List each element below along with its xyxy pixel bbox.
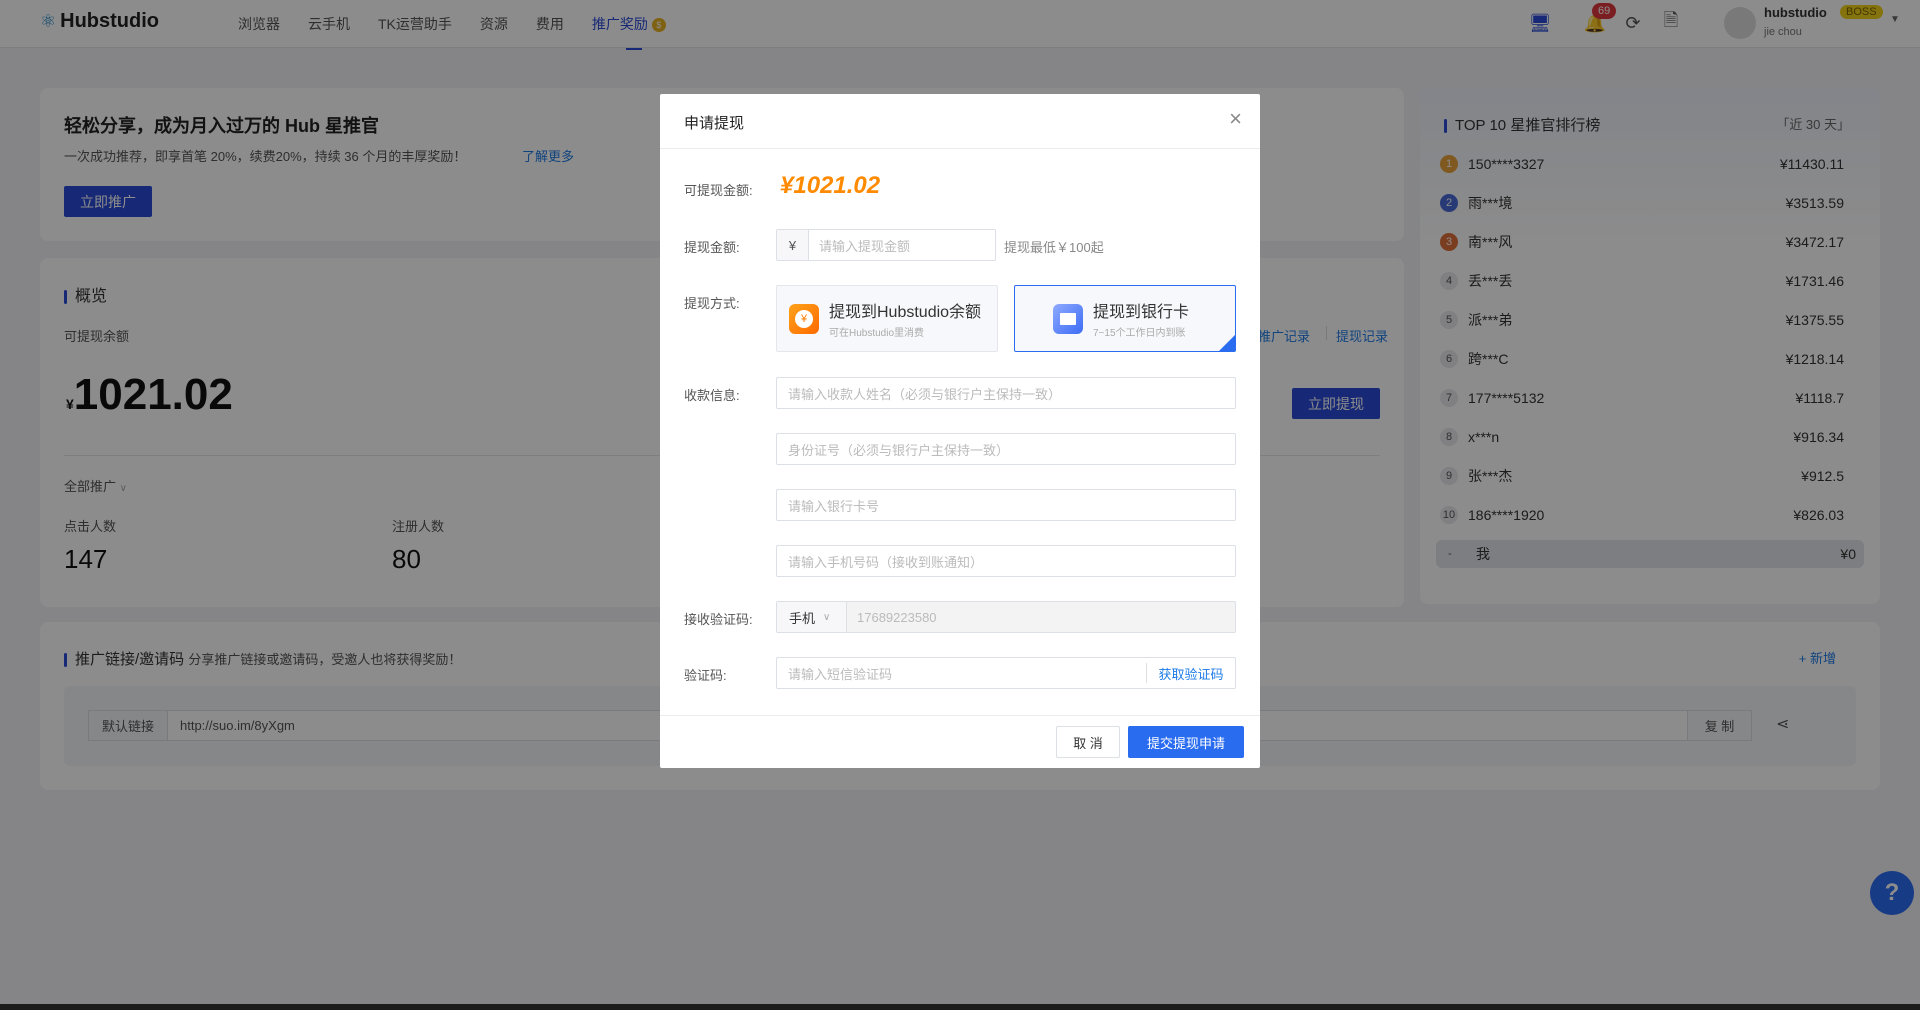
amount-prefix: ¥ [777, 230, 809, 260]
get-code-button[interactable]: 获取验证码 [1147, 664, 1235, 683]
payee-name-input[interactable]: 请输入收款人姓名（必须与银行户主保持一致） [776, 377, 1236, 409]
bank-card-input[interactable]: 请输入银行卡号 [776, 489, 1236, 521]
bank-card-icon [1053, 303, 1083, 334]
close-icon[interactable]: × [1229, 106, 1242, 132]
method-hubstudio-balance[interactable]: ¥ 提现到Hubstudio余额 可在Hubstudio里消费 [776, 285, 998, 352]
amount-label: 提现金额: [684, 240, 740, 255]
submit-button[interactable]: 提交提现申请 [1128, 726, 1244, 758]
code-label: 验证码: [684, 668, 727, 683]
withdraw-modal: 申请提现 × 可提现金额: ¥1021.02 提现金额: ¥ 请输入提现金额 提… [660, 94, 1260, 768]
available-label: 可提现金额: [684, 183, 753, 198]
phone-input[interactable]: 请输入手机号码（接收到账通知） [776, 545, 1236, 577]
selected-check-icon [1219, 335, 1235, 351]
receive-phone: 17689223580 [857, 609, 937, 625]
amount-input[interactable]: ¥ 请输入提现金额 [776, 229, 996, 261]
id-number-input[interactable]: 身份证号（必须与银行户主保持一致） [776, 433, 1236, 465]
receive-field: 手机 ∨ 17689223580 [776, 601, 1236, 633]
available-amount: ¥1021.02 [780, 172, 881, 199]
code-input[interactable]: 请输入短信验证码 获取验证码 [776, 657, 1236, 689]
cancel-button[interactable]: 取 消 [1056, 726, 1120, 758]
receive-label: 接收验证码: [684, 612, 753, 627]
method-label: 提现方式: [684, 296, 740, 311]
chevron-down-icon: ∨ [823, 611, 831, 623]
receive-type-select[interactable]: 手机 ∨ [777, 602, 847, 632]
divider [660, 148, 1260, 149]
method-bank-card[interactable]: 提现到银行卡 7~15个工作日内到账 [1014, 285, 1236, 352]
divider [660, 715, 1260, 716]
amount-hint: 提现最低￥100起 [1004, 240, 1104, 255]
payee-label: 收款信息: [684, 388, 740, 403]
yuan-icon: ¥ [789, 303, 819, 334]
modal-title: 申请提现 [684, 115, 745, 132]
amount-placeholder: 请输入提现金额 [819, 238, 911, 254]
